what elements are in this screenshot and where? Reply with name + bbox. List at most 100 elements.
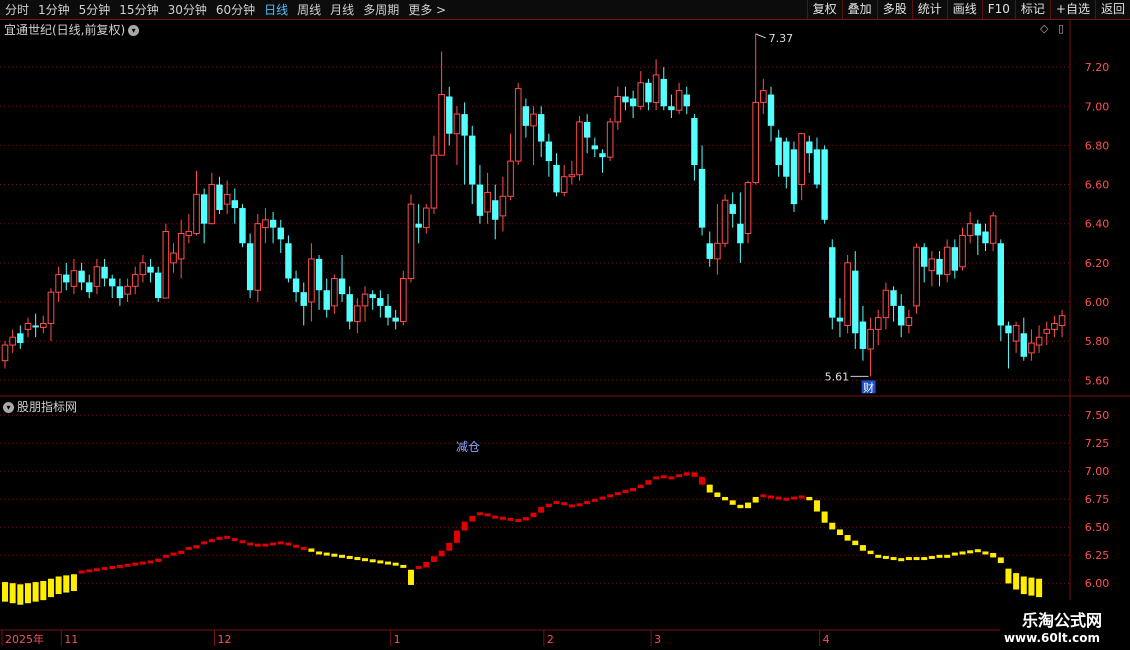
period-tab-2[interactable]: 5分钟	[74, 1, 115, 18]
indicator-bar	[109, 566, 116, 570]
candle-body	[882, 289, 890, 319]
candle-body	[591, 145, 599, 150]
period-tab-9[interactable]: 多周期	[358, 1, 403, 18]
indicator-bar	[86, 569, 93, 573]
price-tick-label: 7.00	[1085, 100, 1110, 113]
period-tab-6[interactable]: 日线	[259, 1, 292, 18]
indicator-tick-label: 7.50	[1085, 409, 1110, 422]
indicator-bar	[821, 511, 828, 523]
candle-body	[78, 270, 85, 283]
candle-body	[1043, 328, 1051, 334]
chevron-down-icon[interactable]: ▾	[128, 25, 140, 36]
indicator-bar	[967, 550, 974, 554]
high-arrow	[755, 33, 766, 39]
window-icon[interactable]: ▯	[1058, 22, 1064, 35]
indicator-bar	[622, 489, 629, 493]
candle-body	[177, 232, 185, 260]
indicator-bar	[484, 513, 491, 517]
toolbar-button-0[interactable]: 复权	[806, 0, 842, 19]
indicator-bar	[829, 522, 836, 530]
indicator-bar	[224, 535, 231, 539]
candle-body	[714, 242, 721, 260]
indicator-bar	[783, 497, 790, 501]
toolbar-button-8[interactable]: 返回	[1094, 0, 1130, 19]
indicator-bar	[362, 558, 369, 562]
candle-body	[859, 321, 867, 349]
indicator-bar	[201, 541, 208, 545]
candle-body	[446, 96, 453, 134]
indicator-bar	[944, 554, 951, 558]
indicator-bar	[162, 554, 169, 558]
indicator-bar	[316, 551, 323, 555]
candle-body	[300, 292, 307, 306]
date-tick-label: 11	[64, 633, 78, 646]
candle-body	[675, 90, 683, 111]
period-tab-3[interactable]: 15分钟	[114, 1, 162, 18]
candle-body	[86, 282, 93, 293]
period-tab-7[interactable]: 周线	[292, 1, 325, 18]
candle-body	[668, 106, 675, 111]
indicator-bar	[768, 495, 774, 499]
candle-body	[652, 74, 660, 103]
diamond-icon[interactable]: ◇	[1040, 22, 1048, 35]
candle-body	[706, 243, 713, 259]
candle-body	[415, 223, 422, 228]
candle-body	[813, 149, 821, 185]
indicator-bar	[515, 518, 522, 522]
indicator-bar	[331, 553, 338, 557]
candle-body	[698, 168, 706, 228]
price-tick-label: 6.20	[1085, 257, 1110, 270]
toolbar-button-1[interactable]: 叠加	[841, 0, 877, 19]
toolbar-button-5[interactable]: F10	[981, 0, 1015, 19]
toolbar-button-7[interactable]: +自选	[1049, 0, 1095, 19]
chevron-down-icon[interactable]: ▾	[3, 402, 14, 413]
indicator-bar	[836, 529, 843, 536]
toolbar-button-2[interactable]: 多股	[876, 0, 912, 19]
indicator-bar	[231, 538, 238, 542]
candle-body	[522, 106, 530, 126]
main-panel-title: 宜通世纪(日线,前复权) ▾	[4, 21, 140, 38]
indicator-bar	[254, 543, 261, 547]
candle-body	[576, 121, 583, 176]
indicator-bar	[492, 515, 499, 519]
candle-body	[47, 291, 55, 325]
price-tick-label: 6.00	[1085, 296, 1110, 309]
toolbar-button-3[interactable]: 统计	[911, 0, 947, 19]
indicator-bar	[400, 564, 407, 568]
candle-body	[691, 118, 698, 165]
period-tab-8[interactable]: 月线	[325, 1, 358, 18]
indicator-bar	[867, 550, 874, 555]
indicator-bar	[997, 557, 1004, 564]
candle-body	[239, 208, 246, 244]
candle-body	[162, 231, 170, 299]
toolbar-button-4[interactable]: 画线	[946, 0, 982, 19]
candle-body	[752, 101, 759, 184]
candle-body	[829, 247, 836, 318]
candle-body	[369, 294, 376, 299]
indicator-bar	[745, 502, 752, 509]
stock-chart[interactable]: 5.60 5.80 6.00 6.20 6.40 6.60 6.80 7.00 7.20 7.37…	[0, 20, 1130, 650]
period-tab-0[interactable]: 分时	[0, 1, 33, 18]
candle-body	[959, 234, 966, 268]
period-tab-10[interactable]: 更多 >	[403, 1, 450, 18]
date-tick-label: 2025年	[5, 632, 44, 646]
indicator-bar	[844, 535, 851, 541]
indicator-bar	[982, 551, 989, 555]
indicator-bar	[277, 541, 284, 545]
candle-body	[384, 305, 392, 318]
indicator-bar	[423, 561, 430, 568]
period-tab-5[interactable]: 60分钟	[211, 1, 259, 18]
candle-body	[1028, 342, 1035, 354]
candle-body	[599, 153, 606, 158]
indicator-bar	[890, 557, 897, 561]
indicator-bar	[614, 492, 621, 496]
candle-body	[583, 121, 591, 138]
period-tab-4[interactable]: 30分钟	[163, 1, 211, 18]
period-tab-1[interactable]: 1分钟	[33, 1, 74, 18]
low-price-label: 5.61	[825, 370, 850, 383]
candle-body	[744, 182, 752, 234]
toolbar-button-6[interactable]: 标记	[1014, 0, 1050, 19]
indicator-bar	[921, 557, 928, 561]
price-tick-label: 5.60	[1085, 374, 1110, 387]
candle-body	[24, 323, 32, 330]
